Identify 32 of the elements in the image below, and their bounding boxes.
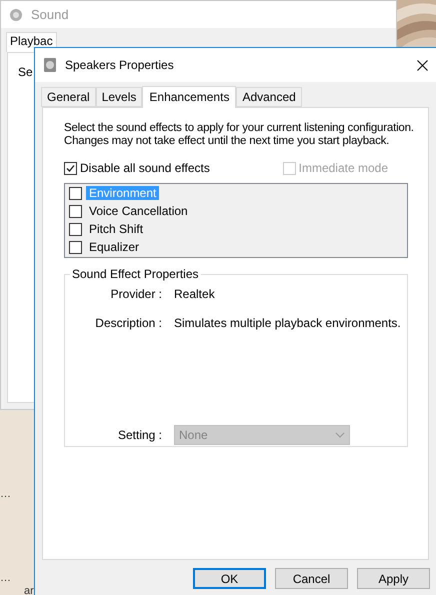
group-title: Sound Effect Properties [71, 267, 200, 281]
checkbox[interactable] [64, 162, 77, 174]
dialog-button[interactable]: Cancel [275, 568, 348, 589]
list-item[interactable]: Voice Cancellation [86, 204, 191, 218]
close-icon[interactable] [417, 60, 428, 70]
field-label: Description : [94, 316, 162, 330]
desktop-icon-label: ar [24, 585, 34, 595]
tab[interactable]: Enhancements [142, 86, 236, 108]
text-fragment: Se [18, 65, 33, 79]
desktop-icon-label: … [0, 488, 11, 500]
tab[interactable]: Levels [96, 87, 142, 107]
tab[interactable]: General [41, 87, 96, 107]
field-label: Provider : [110, 287, 162, 301]
dialog-title: Speakers Properties [65, 58, 175, 72]
instructions-text: Select the sound effects to apply for your current listening configuration. Changes may not take effect until the next time you start playback. [64, 122, 415, 148]
list-item[interactable]: Pitch Shift [86, 222, 146, 236]
desktop-icon-label: … [0, 572, 11, 584]
checkbox[interactable] [69, 186, 82, 200]
chevron-icon [335, 432, 345, 438]
field-value: Simulates multiple playback environments. [174, 316, 402, 330]
checkbox-label: Disable all sound effects [80, 161, 210, 175]
field-value: Realtek [174, 287, 216, 301]
checkbox[interactable] [69, 204, 82, 218]
checkbox-label: Immediate mode [298, 161, 388, 175]
checkbox[interactable] [69, 222, 82, 236]
checkbox[interactable] [69, 240, 82, 254]
field-label: Setting : [116, 428, 162, 442]
list-item[interactable]: Equalizer [86, 240, 142, 254]
window-title: Sound [31, 7, 69, 22]
dialog-button[interactable]: Apply [357, 568, 430, 589]
dialog-button[interactable]: OK [193, 568, 266, 589]
tab[interactable]: Advanced [236, 87, 302, 107]
